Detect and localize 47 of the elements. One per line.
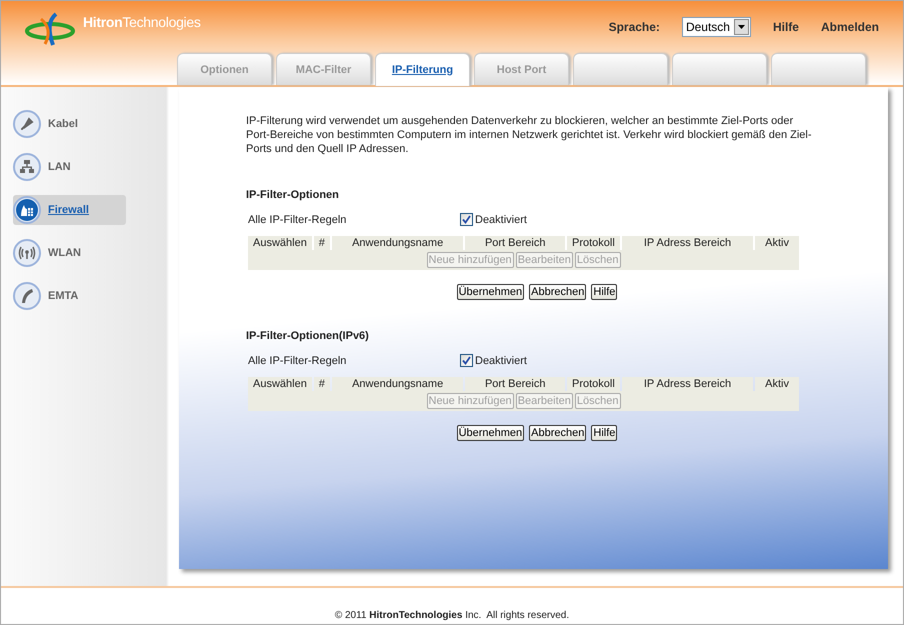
section-title: IP-Filter-Optionen bbox=[246, 189, 340, 201]
form-button[interactable]: Hilfe bbox=[591, 284, 618, 300]
column-header: Port Bereich bbox=[465, 236, 565, 250]
checkbox-label: Deaktiviert bbox=[475, 354, 527, 366]
column-header: IP Adress Bereich bbox=[622, 377, 754, 391]
form-button[interactable]: Hilfe bbox=[591, 425, 618, 441]
column-header: Auswählen bbox=[248, 377, 312, 391]
sidebar-item[interactable]: WLAN bbox=[13, 238, 126, 268]
column-header: Aktiv bbox=[755, 377, 799, 391]
field-label: Alle IP-Filter-Regeln bbox=[248, 354, 348, 366]
field-label: Alle IP-Filter-Regeln bbox=[248, 214, 348, 226]
column-header: Aktiv bbox=[755, 236, 799, 250]
column-header: IP Adress Bereich bbox=[622, 236, 754, 250]
sidebar-item[interactable]: Firewall bbox=[13, 195, 126, 225]
checkbox-label: Deaktiviert bbox=[475, 214, 527, 226]
sidebar-item[interactable]: EMTA bbox=[13, 281, 126, 311]
caret-icon bbox=[738, 25, 745, 29]
sidebar-item[interactable]: Kabel bbox=[13, 109, 126, 139]
column-header: Port Bereich bbox=[465, 377, 565, 391]
column-header: Anwendungsname bbox=[332, 236, 464, 250]
form-button[interactable]: Übernehmen bbox=[456, 284, 524, 300]
intro-paragraph: IP-Filterung wird verwendet um ausgehenden Datenverkehr zu blockieren, welcher an bestimmte Ziel-Ports oder Port-Bereiche von bestimmten Computern im internen Netzwerk gerichtet ist. Verkehr wird blockiert gemäß den Ziel-Ports und den Quell IP Adressen. bbox=[246, 114, 812, 156]
column-header: # bbox=[314, 377, 330, 391]
form-button[interactable]: Abbrechen bbox=[529, 425, 586, 441]
wrench-icon bbox=[13, 110, 41, 138]
column-header: Anwendungsname bbox=[332, 377, 464, 391]
network-icon bbox=[13, 153, 41, 181]
column-header: Protokoll bbox=[566, 377, 620, 391]
form-button[interactable]: Übernehmen bbox=[456, 425, 524, 441]
checkbox[interactable] bbox=[460, 354, 473, 367]
phone-handset-icon bbox=[13, 282, 41, 310]
section-title: IP-Filter-Optionen(IPv6) bbox=[246, 330, 370, 342]
form-button[interactable]: Abbrechen bbox=[529, 284, 586, 300]
checkbox[interactable] bbox=[460, 213, 473, 226]
column-header: # bbox=[314, 236, 330, 250]
copyright-text: © 2011 HitronTechnologies Inc. All rights reserved. bbox=[334, 610, 570, 621]
logo-text: HitronTechnologies bbox=[83, 14, 201, 30]
header-link[interactable]: Hilfe bbox=[772, 20, 799, 34]
firewall-icon bbox=[13, 196, 41, 224]
antenna-icon bbox=[13, 239, 41, 267]
language-label: Sprache: bbox=[608, 20, 660, 34]
sidebar-item[interactable]: LAN bbox=[13, 152, 126, 182]
header-link[interactable]: Abmelden bbox=[820, 20, 879, 34]
column-header: Protokoll bbox=[566, 236, 620, 250]
tab[interactable]: IP-Filterung bbox=[375, 53, 470, 86]
column-header: Auswählen bbox=[248, 236, 312, 250]
language-dropdown[interactable]: Deutsch bbox=[682, 17, 751, 37]
